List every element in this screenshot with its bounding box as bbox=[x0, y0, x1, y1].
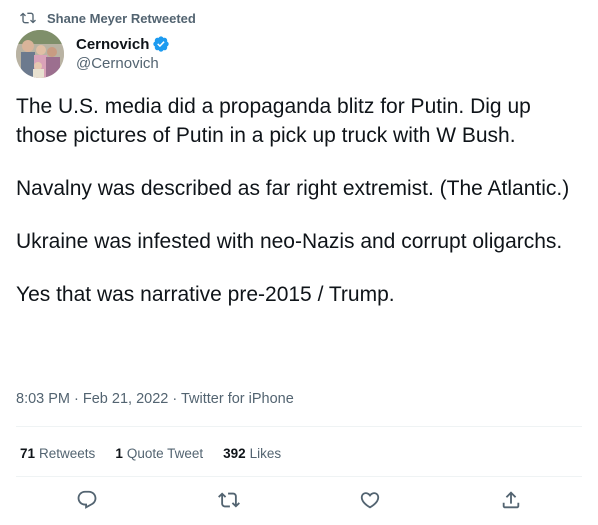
likes-label: Likes bbox=[249, 445, 282, 461]
retweets-stat[interactable]: 71 Retweets bbox=[20, 446, 95, 461]
verified-badge-icon bbox=[153, 36, 170, 52]
action-bar bbox=[0, 485, 598, 515]
tweet-header: Cernovich @Cernovich bbox=[16, 30, 170, 78]
divider bbox=[16, 426, 582, 427]
author-name[interactable]: Cernovich bbox=[76, 36, 149, 53]
likes-count: 392 bbox=[223, 445, 246, 461]
like-icon bbox=[360, 492, 380, 509]
reply-icon bbox=[77, 490, 97, 509]
engagement-stats: 71 Retweets 1 Quote Tweet 392 Likes bbox=[20, 444, 301, 462]
tweet-timestamp[interactable]: 8:03 PM · Feb 21, 2022 · Twitter for iPh… bbox=[16, 390, 294, 408]
tweet-paragraph: Ukraine was infested with neo-Nazis and … bbox=[16, 230, 563, 253]
tweet-paragraph: Yes that was narrative pre-2015 / Trump. bbox=[16, 283, 395, 306]
tweet-paragraph: Navalny was described as far right extre… bbox=[16, 177, 570, 200]
tweet-text: The U.S. media did a propaganda blitz fo… bbox=[16, 92, 586, 309]
quote-tweets-count: 1 bbox=[115, 445, 123, 461]
divider bbox=[16, 476, 582, 477]
avatar[interactable] bbox=[16, 30, 64, 78]
retweet-icon bbox=[218, 492, 240, 508]
share-button[interactable] bbox=[498, 487, 524, 513]
likes-stat[interactable]: 392 Likes bbox=[223, 446, 281, 461]
retweets-label: Retweets bbox=[39, 445, 96, 461]
quote-tweets-stat[interactable]: 1 Quote Tweet bbox=[115, 446, 203, 461]
retweeted-by[interactable]: Shane Meyer Retweeted bbox=[20, 9, 196, 27]
author-handle[interactable]: @Cernovich bbox=[76, 54, 170, 74]
tweet-paragraph: The U.S. media did a propaganda blitz fo… bbox=[16, 95, 531, 147]
retweeted-by-label: Shane Meyer Retweeted bbox=[47, 10, 196, 26]
retweet-button[interactable] bbox=[216, 487, 242, 513]
share-icon bbox=[502, 491, 520, 509]
retweet-icon bbox=[20, 12, 36, 24]
user-info: Cernovich @Cernovich bbox=[76, 34, 170, 74]
quote-tweets-label: Quote Tweet bbox=[126, 445, 204, 461]
like-button[interactable] bbox=[357, 487, 383, 513]
retweets-count: 71 bbox=[20, 445, 36, 461]
reply-button[interactable] bbox=[74, 487, 100, 513]
